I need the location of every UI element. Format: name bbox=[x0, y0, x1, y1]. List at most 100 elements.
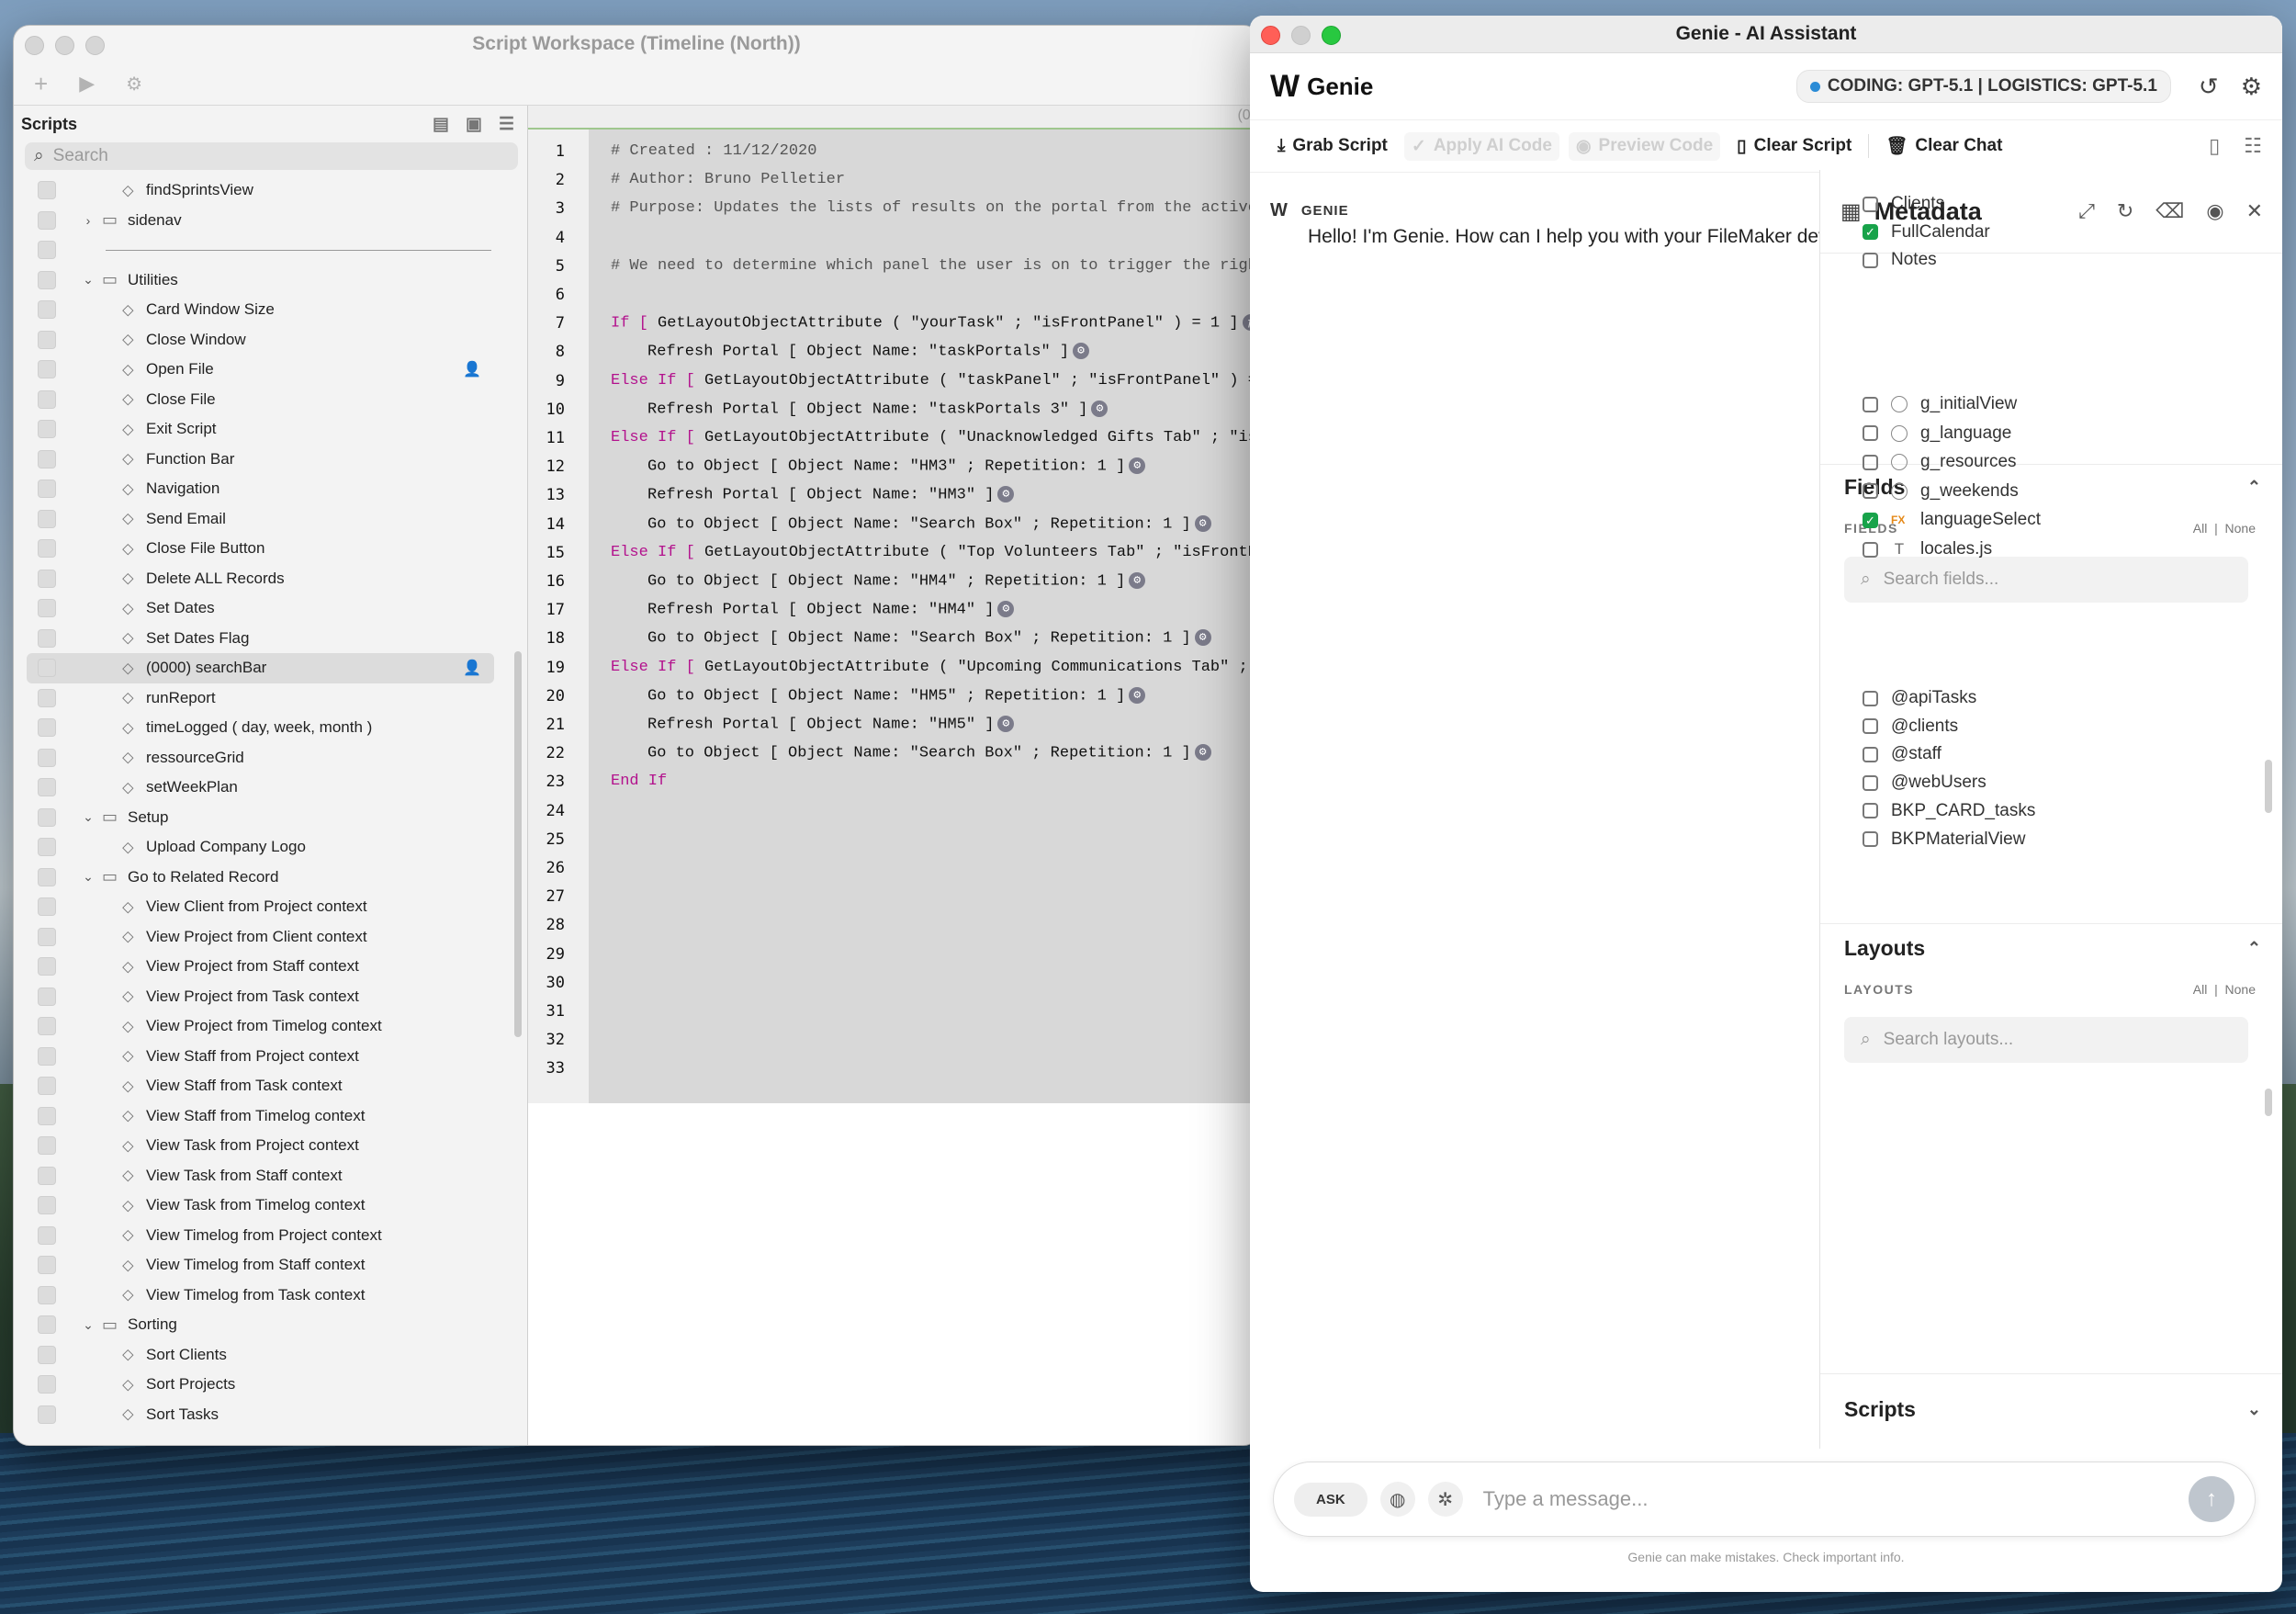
model-badge[interactable]: CODING: GPT-5.1 | LOGISTICS: GPT-5.1 bbox=[1795, 70, 2171, 103]
grab-script-button[interactable]: ⤓ Grab Script bbox=[1270, 132, 1395, 160]
document-icon[interactable]: ▯ bbox=[2209, 134, 2220, 158]
script-editor[interactable]: (0( 1 # Created : 11/12/2020 2 # Author: Br… bbox=[528, 106, 1259, 1445]
gear-icon[interactable]: ⚙ bbox=[2241, 73, 2262, 101]
chevron-down-icon[interactable]: ⌄ bbox=[80, 272, 96, 288]
row-checkbox[interactable] bbox=[38, 270, 56, 289]
row-checkbox[interactable] bbox=[38, 181, 56, 200]
row-checkbox[interactable] bbox=[38, 210, 56, 230]
script-row[interactable]: ⬦ View Project from Staff context bbox=[14, 952, 527, 982]
row-checkbox[interactable] bbox=[38, 1106, 56, 1125]
row-checkbox[interactable] bbox=[38, 480, 56, 499]
script-row[interactable]: ⬦ View Task from Timelog context bbox=[14, 1191, 527, 1221]
row-checkbox[interactable] bbox=[38, 628, 56, 648]
script-row[interactable]: ⬦ (0000) searchBar 👤 bbox=[27, 653, 494, 683]
preview-code-button[interactable]: ◉ Preview Code bbox=[1568, 131, 1721, 161]
script-row[interactable]: ⬦ Set Dates bbox=[14, 593, 527, 624]
script-row[interactable]: ⬦ setWeekPlan bbox=[14, 773, 527, 803]
row-checkbox[interactable] bbox=[38, 509, 56, 528]
layouts-select-all[interactable]: All bbox=[2193, 982, 2208, 997]
new-script-icon[interactable]: ▤ bbox=[433, 114, 449, 135]
script-row[interactable]: ⬦ View Project from Task context bbox=[14, 982, 527, 1012]
row-checkbox[interactable] bbox=[38, 897, 56, 917]
checkbox[interactable] bbox=[1863, 541, 1878, 558]
checkbox[interactable] bbox=[1863, 690, 1878, 706]
script-row[interactable]: ⬦ Upload Company Logo bbox=[14, 832, 527, 863]
minimize-window-button[interactable] bbox=[55, 36, 74, 55]
checkbox-row[interactable]: ✓ FullCalendar bbox=[1863, 222, 1990, 243]
checkbox-row[interactable]: Clients bbox=[1863, 194, 1944, 214]
script-row[interactable]: ⬦ Open File 👤 bbox=[14, 355, 527, 385]
history-icon[interactable]: ↺ bbox=[2199, 73, 2219, 101]
folder-row[interactable]: ⌄ ▭ Setup bbox=[14, 803, 527, 833]
checkbox-row[interactable]: @staff bbox=[1863, 744, 1941, 764]
checkbox-row[interactable]: g_resources bbox=[1863, 452, 2017, 472]
zoom-window-button[interactable] bbox=[1322, 26, 1341, 45]
folder-row[interactable]: ⌄ ▭ Utilities bbox=[14, 265, 527, 296]
expand-icon[interactable]: ⤢ bbox=[2078, 199, 2095, 223]
row-checkbox[interactable] bbox=[38, 1136, 56, 1156]
chevron-down-icon[interactable]: ⌄ bbox=[80, 809, 96, 825]
checkbox[interactable] bbox=[1863, 252, 1878, 268]
script-row[interactable]: ⬦ View Staff from Timelog context bbox=[14, 1101, 527, 1132]
script-row[interactable]: ⬦ Close File Button bbox=[14, 534, 527, 564]
script-row[interactable]: ⬦ runReport bbox=[14, 683, 527, 714]
checked-box-icon[interactable]: ✓ bbox=[1863, 224, 1878, 241]
row-checkbox[interactable] bbox=[38, 659, 56, 678]
script-row[interactable]: ⬦ Send Email bbox=[14, 504, 527, 535]
script-row[interactable]: ⬦ ressourceGrid bbox=[14, 743, 527, 773]
gear-icon[interactable]: ⚙ bbox=[1129, 457, 1146, 475]
gear-icon[interactable]: ⚙ bbox=[997, 486, 1015, 503]
fields-scrollbar[interactable] bbox=[2265, 760, 2272, 813]
scripts-scrollbar[interactable] bbox=[514, 651, 522, 1037]
row-checkbox[interactable] bbox=[38, 569, 56, 588]
gear-icon[interactable]: ⚙ bbox=[997, 716, 1015, 732]
script-row[interactable]: ⬦ View Staff from Task context bbox=[14, 1071, 527, 1101]
gear-icon[interactable]: ⚙ bbox=[1194, 514, 1211, 532]
close-icon[interactable]: ✕ bbox=[2246, 199, 2263, 223]
send-button[interactable]: ↑ bbox=[2189, 1476, 2234, 1522]
debug-icon[interactable]: ⚙ bbox=[126, 73, 142, 96]
checkbox[interactable] bbox=[1863, 803, 1878, 819]
script-row[interactable]: ⬦ Close Window bbox=[14, 325, 527, 356]
row-checkbox[interactable] bbox=[38, 748, 56, 767]
row-checkbox[interactable] bbox=[38, 1166, 56, 1185]
checkbox-row[interactable]: @webUsers bbox=[1863, 773, 1986, 793]
row-checkbox[interactable] bbox=[38, 1345, 56, 1364]
row-checkbox[interactable] bbox=[38, 599, 56, 618]
fields-select-none[interactable]: None bbox=[2225, 521, 2256, 536]
row-checkbox[interactable] bbox=[38, 241, 56, 260]
checkbox[interactable] bbox=[1863, 718, 1878, 735]
chevron-down-icon[interactable]: ⌄ bbox=[2247, 1400, 2261, 1419]
checkbox-row[interactable]: g_initialView bbox=[1863, 394, 2017, 414]
row-checkbox[interactable] bbox=[38, 1405, 56, 1424]
script-row[interactable]: ⬦ View Project from Client context bbox=[14, 922, 527, 953]
row-checkbox[interactable] bbox=[38, 1196, 56, 1215]
script-row[interactable]: ⬦ View Client from Project context bbox=[14, 892, 527, 922]
fields-select-all[interactable]: All bbox=[2193, 521, 2208, 536]
checkbox[interactable] bbox=[1863, 483, 1878, 500]
ask-mode-button[interactable]: ASK bbox=[1294, 1482, 1367, 1517]
row-checkbox[interactable] bbox=[38, 1375, 56, 1394]
checkbox-row[interactable]: g_weekends bbox=[1863, 481, 2019, 502]
row-checkbox[interactable] bbox=[38, 420, 56, 439]
checkbox[interactable] bbox=[1863, 196, 1878, 212]
checked-box-icon[interactable]: ✓ bbox=[1863, 512, 1878, 528]
search-fields-input[interactable]: ⌕ Search fields... bbox=[1844, 557, 2248, 603]
checkbox-row[interactable]: Tlocales.js bbox=[1863, 539, 1992, 559]
row-checkbox[interactable] bbox=[38, 1077, 56, 1096]
script-row[interactable]: ⬦ Navigation bbox=[14, 474, 527, 504]
database-icon[interactable]: ☷ bbox=[2244, 134, 2262, 158]
checkbox-row[interactable]: ✓ FX languageSelect bbox=[1863, 510, 2041, 530]
eye-icon[interactable]: ◉ bbox=[2206, 199, 2223, 223]
script-row[interactable]: ⬦ View Timelog from Task context bbox=[14, 1281, 527, 1311]
gear-icon[interactable]: ⚙ bbox=[1129, 572, 1146, 589]
layouts-select-none[interactable]: None bbox=[2225, 982, 2256, 997]
zoom-window-button[interactable] bbox=[85, 36, 105, 55]
scripts-section-header[interactable]: Scripts ⌄ bbox=[1844, 1397, 2261, 1422]
script-row[interactable]: ⬦ Exit Script bbox=[14, 414, 527, 445]
row-checkbox[interactable] bbox=[38, 539, 56, 559]
row-checkbox[interactable] bbox=[38, 300, 56, 320]
chevron-right-icon[interactable]: › bbox=[80, 213, 96, 228]
checkbox[interactable] bbox=[1863, 746, 1878, 762]
checkbox-row[interactable]: BKPMaterialView bbox=[1863, 830, 2025, 850]
